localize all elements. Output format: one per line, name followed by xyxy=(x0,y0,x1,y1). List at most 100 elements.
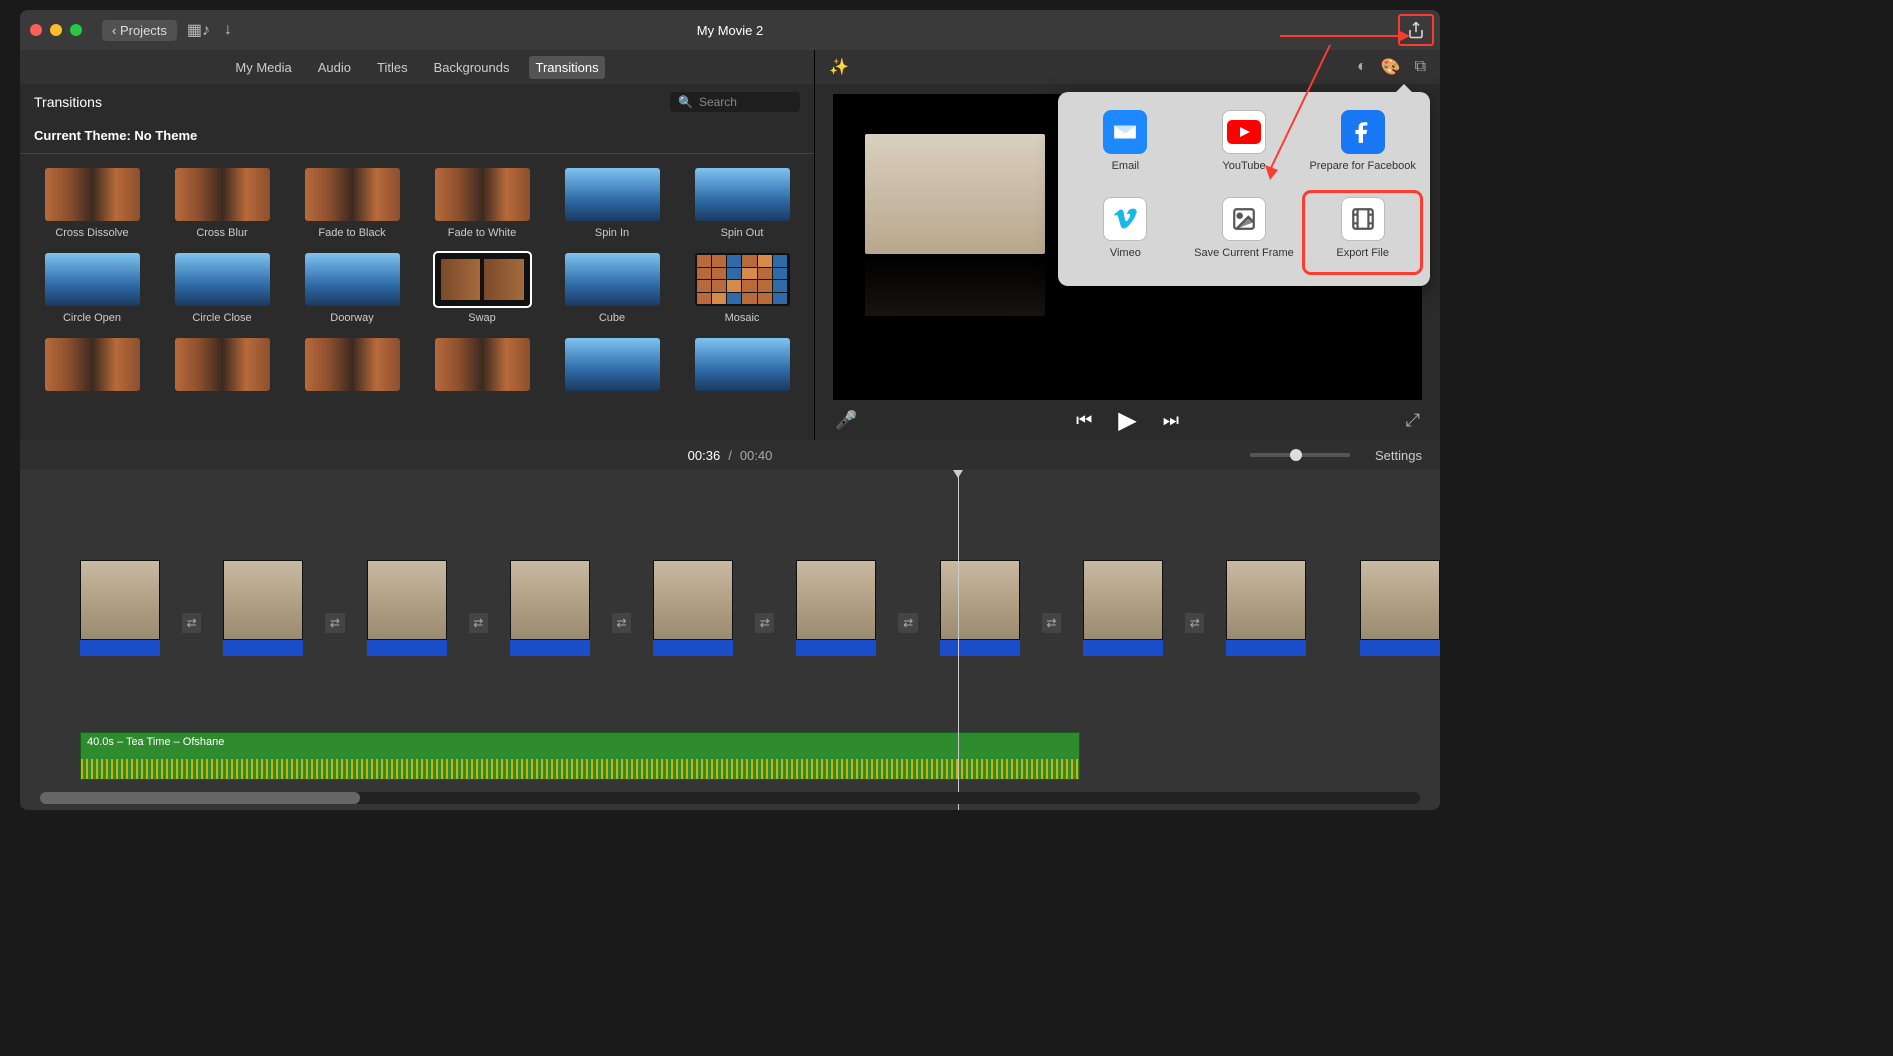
clip-thumb xyxy=(653,560,733,640)
timeline-scrollbar[interactable] xyxy=(40,792,1420,804)
transition-spin-out[interactable]: Spin Out xyxy=(684,168,800,239)
close-window-button[interactable] xyxy=(30,24,42,36)
transition-label: Mosaic xyxy=(725,312,760,324)
transition-cross-dissolve[interactable]: Cross Dissolve xyxy=(34,168,150,239)
timeline-clip[interactable] xyxy=(653,560,733,656)
share-option-vimeo[interactable]: Vimeo xyxy=(1068,193,1183,272)
audio-track[interactable]: 40.0s – Tea Time – Ofshane xyxy=(80,732,1080,780)
transition-fade-to-black[interactable]: Fade to Black xyxy=(294,168,410,239)
scrollbar-thumb[interactable] xyxy=(40,792,360,804)
transition-item[interactable] xyxy=(424,338,540,397)
search-icon: 🔍 xyxy=(678,95,693,109)
share-option-youtube[interactable]: YouTube xyxy=(1187,106,1302,185)
transition-mosaic[interactable]: Mosaic xyxy=(684,253,800,324)
transition-thumb xyxy=(435,168,530,221)
timeline-clip[interactable] xyxy=(1226,560,1306,656)
clip-thumb xyxy=(1360,560,1440,640)
share-option-export-file[interactable]: Export File xyxy=(1305,193,1420,272)
transition-thumb xyxy=(45,338,140,391)
clip-audio-bar xyxy=(1226,640,1306,656)
transition-item[interactable] xyxy=(294,338,410,397)
fullscreen-icon[interactable]: ⤢ xyxy=(1406,410,1420,431)
transition-doorway[interactable]: Doorway xyxy=(294,253,410,324)
timeline-clip[interactable] xyxy=(940,560,1020,656)
transition-marker[interactable]: ⇄ xyxy=(325,613,344,633)
projects-label: Projects xyxy=(120,23,167,38)
share-option-email[interactable]: Email xyxy=(1068,106,1183,185)
transition-swap[interactable]: Swap xyxy=(424,253,540,324)
play-button[interactable]: ▶ xyxy=(1118,406,1136,435)
audio-waveform xyxy=(81,759,1079,779)
timeline-zoom-slider[interactable] xyxy=(1250,453,1350,457)
transition-label: Fade to White xyxy=(448,227,516,239)
transition-item[interactable] xyxy=(164,338,280,397)
library-tab-transitions[interactable]: Transitions xyxy=(529,56,604,79)
transition-label: Spin Out xyxy=(721,227,764,239)
next-frame-button[interactable]: ⏭ xyxy=(1163,410,1179,431)
magic-wand-icon[interactable]: ✨ xyxy=(829,57,849,77)
share-option-label: Prepare for Facebook xyxy=(1309,160,1415,173)
transition-item[interactable] xyxy=(554,338,670,397)
transition-label: Doorway xyxy=(330,312,373,324)
library-view-icon[interactable]: ▦♪ xyxy=(187,20,210,40)
share-option-save-current-frame[interactable]: Save Current Frame xyxy=(1187,193,1302,272)
color-balance-icon[interactable]: ◐ xyxy=(1357,58,1367,76)
transition-marker[interactable]: ⇄ xyxy=(898,613,917,633)
transition-circle-close[interactable]: Circle Close xyxy=(164,253,280,324)
timeline-clip[interactable] xyxy=(367,560,447,656)
transition-marker[interactable]: ⇄ xyxy=(469,613,488,633)
clip-audio-bar xyxy=(367,640,447,656)
transition-thumb xyxy=(435,253,530,306)
projects-button[interactable]: ‹ Projects xyxy=(102,20,177,41)
library-tab-titles[interactable]: Titles xyxy=(371,56,414,79)
timeline-clip[interactable] xyxy=(1360,560,1440,656)
transition-spin-in[interactable]: Spin In xyxy=(554,168,670,239)
transition-fade-to-white[interactable]: Fade to White xyxy=(424,168,540,239)
library-tab-my-media[interactable]: My Media xyxy=(229,56,297,79)
transition-marker[interactable]: ⇄ xyxy=(1042,613,1061,633)
transition-marker[interactable]: ⇄ xyxy=(1185,613,1204,633)
transition-marker[interactable]: ⇄ xyxy=(612,613,631,633)
transition-thumb xyxy=(695,253,790,306)
film-icon xyxy=(1341,197,1385,241)
share-option-prepare-for-facebook[interactable]: Prepare for Facebook xyxy=(1305,106,1420,185)
timeline-clip[interactable] xyxy=(1083,560,1163,656)
share-button[interactable] xyxy=(1404,18,1428,42)
clip-audio-bar xyxy=(653,640,733,656)
transition-thumb xyxy=(45,168,140,221)
timeline-body[interactable]: ⇄ ⇄ ⇄ ⇄ ⇄ ⇄ ⇄ ⇄ 40.0s – Tea Time – Ofshane xyxy=(20,470,1440,810)
timeline-settings-button[interactable]: Settings xyxy=(1375,448,1422,463)
project-title: My Movie 2 xyxy=(697,23,763,38)
library-tab-backgrounds[interactable]: Backgrounds xyxy=(428,56,516,79)
timeline-clip[interactable] xyxy=(80,560,160,656)
timeline-clip[interactable] xyxy=(223,560,303,656)
transition-cross-blur[interactable]: Cross Blur xyxy=(164,168,280,239)
share-option-label: Vimeo xyxy=(1110,247,1141,260)
clip-thumb xyxy=(510,560,590,640)
color-palette-icon[interactable]: 🎨 xyxy=(1381,57,1401,77)
transition-item[interactable] xyxy=(684,338,800,397)
transitions-grid: Cross Dissolve Cross Blur Fade to Black Fad… xyxy=(20,154,814,411)
transition-marker[interactable]: ⇄ xyxy=(755,613,774,633)
preview-toolbar: ✨ ◐ 🎨 ⧉ xyxy=(815,50,1440,84)
prev-frame-button[interactable]: ⏮ xyxy=(1076,410,1092,431)
timeline-clip[interactable] xyxy=(796,560,876,656)
transition-item[interactable] xyxy=(34,338,150,397)
search-input[interactable]: 🔍 Search xyxy=(670,92,800,112)
transition-cube[interactable]: Cube xyxy=(554,253,670,324)
transition-circle-open[interactable]: Circle Open xyxy=(34,253,150,324)
transition-label: Cross Dissolve xyxy=(55,227,128,239)
import-icon[interactable]: ↓ xyxy=(224,21,232,39)
playhead[interactable] xyxy=(958,470,959,810)
transition-label: Fade to Black xyxy=(318,227,385,239)
maximize-window-button[interactable] xyxy=(70,24,82,36)
transition-marker[interactable]: ⇄ xyxy=(182,613,201,633)
voiceover-icon[interactable]: 🎤 xyxy=(835,410,857,431)
crop-icon[interactable]: ⧉ xyxy=(1415,58,1426,76)
preview-reflection xyxy=(865,256,1045,316)
transition-thumb xyxy=(175,253,270,306)
timeline-clip[interactable] xyxy=(510,560,590,656)
minimize-window-button[interactable] xyxy=(50,24,62,36)
library-tab-audio[interactable]: Audio xyxy=(312,56,357,79)
clip-thumb xyxy=(367,560,447,640)
